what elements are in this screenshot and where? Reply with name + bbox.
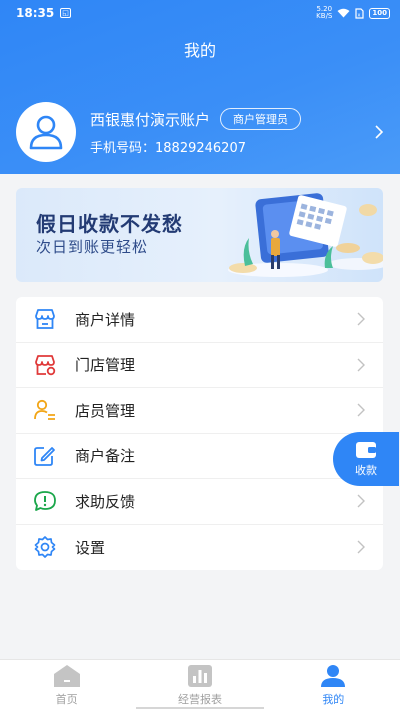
status-right: 5.20 KB/S x 100 (316, 6, 390, 20)
svg-text:x: x (358, 12, 361, 18)
sim-icon: x (355, 7, 364, 19)
chevron-right-icon (357, 358, 365, 372)
menu-label: 门店管理 (75, 356, 136, 375)
wallet-icon (356, 441, 376, 458)
page-title: 我的 (183, 41, 216, 60)
status-time: 18:35 (16, 6, 55, 20)
user-icon (321, 665, 346, 687)
menu-item-merchant-details[interactable]: 商户详情 (16, 297, 383, 343)
menu-item-settings[interactable]: 设置 (16, 525, 383, 571)
store-icon (33, 307, 57, 331)
wifi-icon (337, 8, 350, 18)
menu-item-store-management[interactable]: 门店管理 (16, 343, 383, 388)
user-avatar-icon (29, 115, 63, 150)
menu-item-staff-management[interactable]: 店员管理 (16, 388, 383, 434)
bottom-tab-bar: 首页 经营报表 我的 (0, 659, 400, 711)
tab-reports[interactable]: 经营报表 (133, 660, 266, 711)
chart-icon (187, 665, 212, 687)
status-indicator-icon: ◱ (60, 8, 71, 18)
role-badge: 商户管理员 (220, 108, 302, 130)
collect-payment-button[interactable]: 收款 (333, 432, 399, 486)
promo-banner[interactable]: 假日收款不发愁 次日到账更轻松 (16, 188, 383, 282)
tab-label: 我的 (322, 693, 345, 706)
tab-label: 首页 (55, 693, 78, 706)
tab-home[interactable]: 首页 (0, 660, 133, 711)
chevron-right-icon (357, 540, 365, 554)
tab-mine[interactable]: 我的 (267, 660, 400, 711)
battery-icon: 100 (369, 7, 390, 19)
profile-info: 西银惠付演示账户 商户管理员 手机号码：18829246207 (90, 108, 302, 156)
home-icon (53, 665, 80, 687)
banner-subline: 次日到账更轻松 (36, 238, 149, 256)
profile-header: 18:35 ◱ 5.20 KB/S x 100 我的 西银惠付演示账户 商户管理… (0, 0, 400, 174)
menu-label: 商户详情 (75, 310, 136, 329)
menu-label: 店员管理 (75, 401, 136, 420)
avatar[interactable] (16, 102, 76, 162)
shop-settings-icon (33, 353, 57, 377)
help-icon (33, 489, 57, 513)
profile-name-row: 西银惠付演示账户 商户管理员 (90, 108, 302, 130)
merchant-name: 西银惠付演示账户 (90, 110, 211, 129)
profile-card[interactable]: 西银惠付演示账户 商户管理员 手机号码：18829246207 (16, 102, 384, 162)
menu-label: 商户备注 (75, 447, 136, 466)
chevron-right-icon (357, 494, 365, 508)
chevron-right-icon (357, 312, 365, 326)
status-bar: 18:35 ◱ 5.20 KB/S x 100 (16, 5, 390, 21)
phone-label: 手机号码： (90, 141, 156, 156)
banner-illustration (228, 193, 383, 277)
network-speed-unit: KB/S (316, 12, 333, 20)
home-indicator (136, 707, 264, 709)
chevron-right-icon (357, 403, 365, 417)
gear-icon (33, 535, 57, 559)
menu-label: 设置 (75, 538, 106, 557)
menu-list: 商户详情 门店管理 店员管理 商户备注 求助反馈 设置 (16, 297, 383, 570)
network-speed: 5.20 KB/S (316, 6, 332, 20)
banner-headline: 假日收款不发愁 (36, 212, 183, 236)
chevron-right-icon[interactable] (374, 125, 384, 139)
menu-item-help-feedback[interactable]: 求助反馈 (16, 479, 383, 525)
tab-label: 经营报表 (177, 693, 222, 706)
edit-icon (33, 444, 57, 468)
staff-icon (33, 398, 57, 422)
fab-label: 收款 (355, 463, 377, 477)
menu-item-merchant-notes[interactable]: 商户备注 (16, 434, 383, 479)
phone-number: 18829246207 (155, 141, 246, 156)
phone-row: 手机号码：18829246207 (90, 137, 301, 156)
menu-label: 求助反馈 (75, 492, 136, 511)
